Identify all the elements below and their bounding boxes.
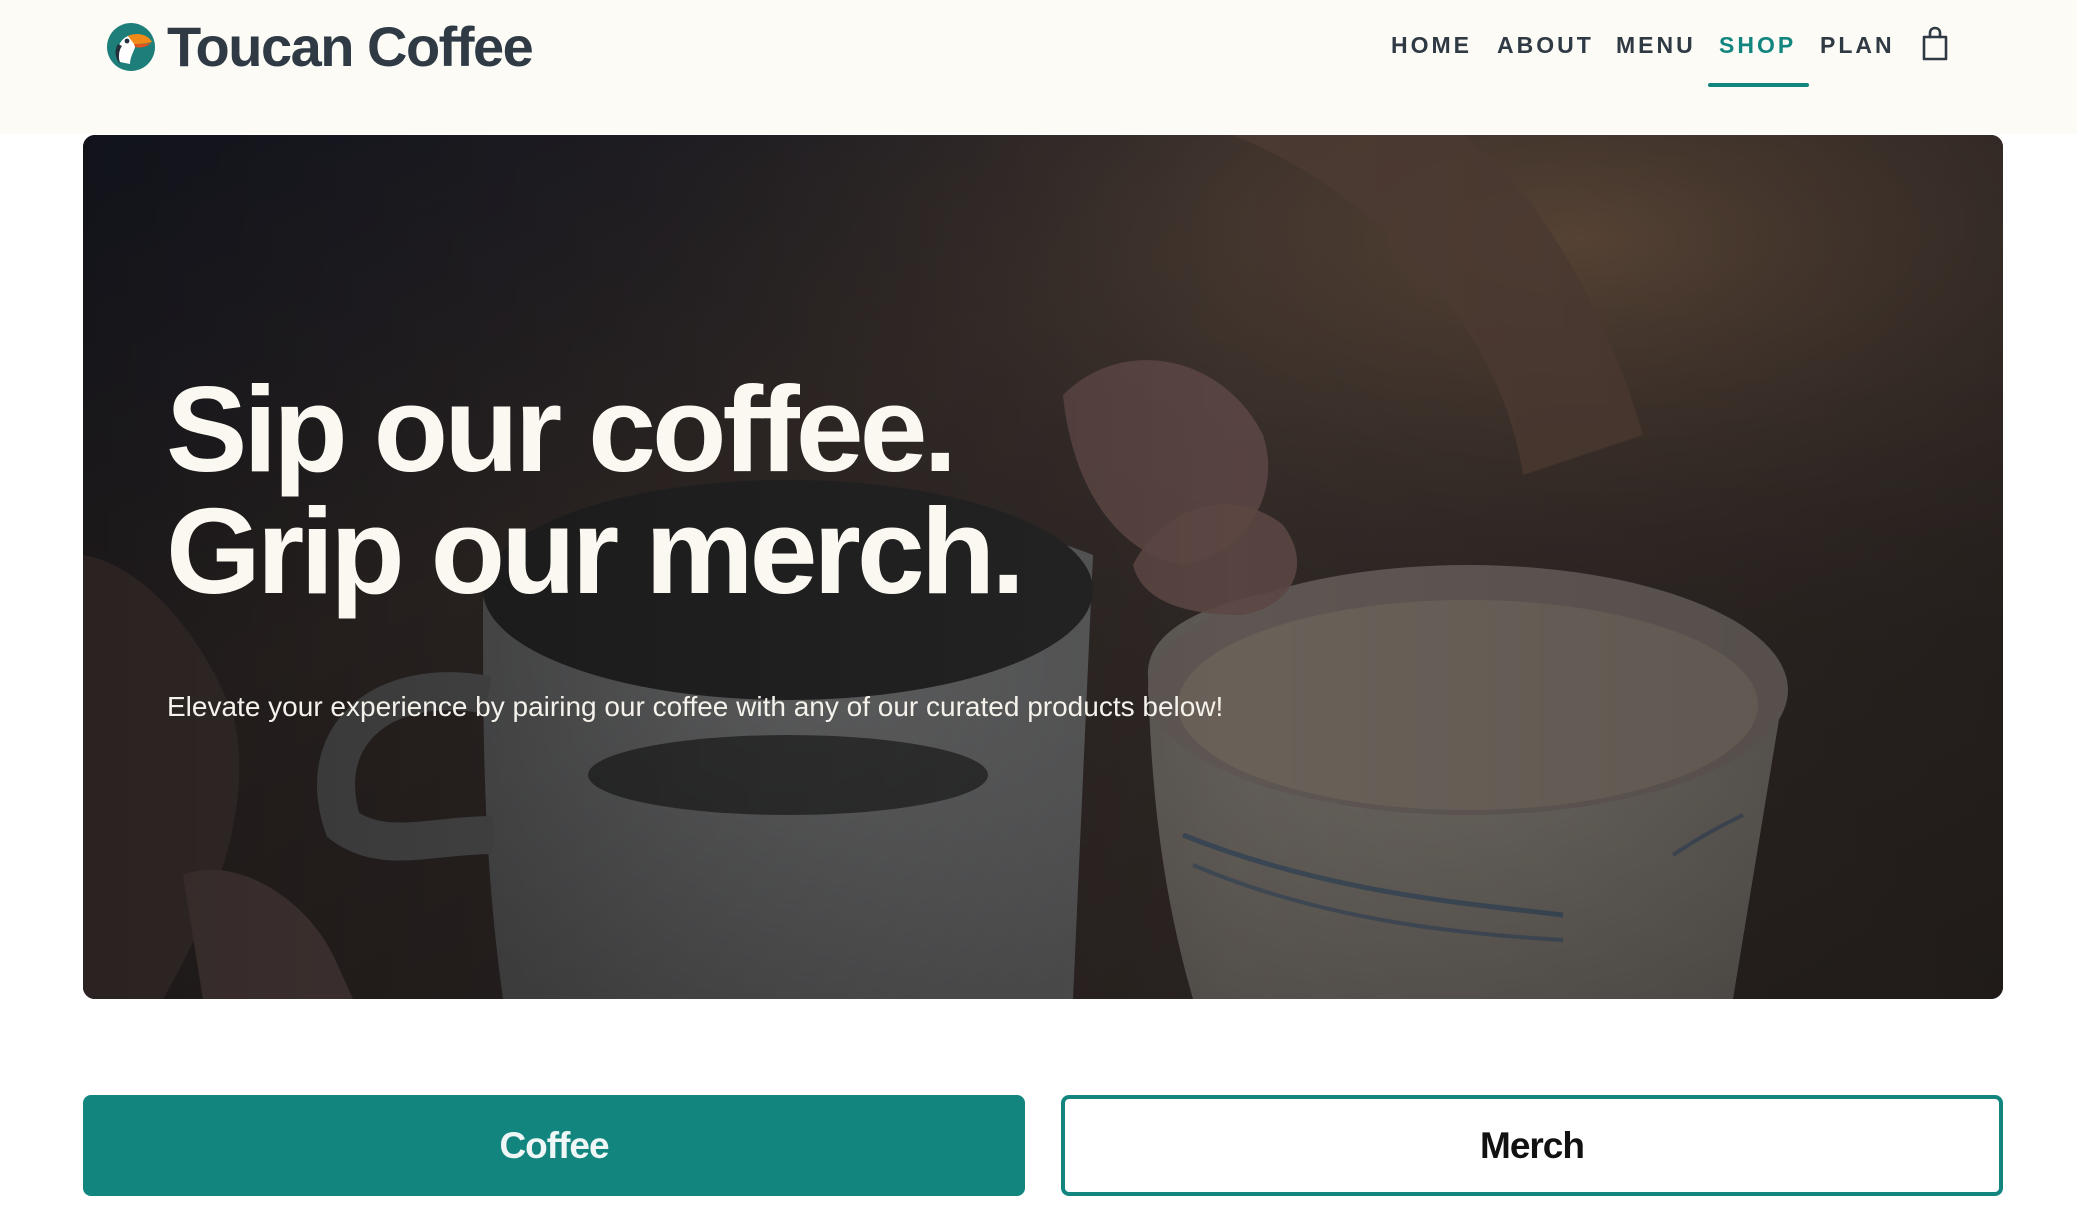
hero-subtitle: Elevate your experience by pairing our c… <box>167 691 1224 722</box>
nav-plan[interactable]: PLAN <box>1820 30 1895 60</box>
nav-menu[interactable]: MENU <box>1616 30 1696 60</box>
hero-title-line-2: Grip our merch. <box>166 483 1025 619</box>
site-header: Toucan Coffee HOME ABOUT MENU SHOP PLAN <box>0 0 2077 134</box>
shopping-bag-icon[interactable] <box>1920 26 1950 62</box>
hero-banner: Sip our coffee. Grip our merch. Elevate … <box>83 135 2003 999</box>
hero-title: Sip our coffee. Grip our merch. <box>166 361 1025 619</box>
main-nav: HOME ABOUT MENU SHOP PLAN <box>0 0 2077 90</box>
hero-title-line-1: Sip our coffee. <box>166 361 957 497</box>
active-nav-indicator <box>1708 83 1809 87</box>
nav-shop[interactable]: SHOP <box>1719 30 1796 60</box>
merch-category-button[interactable]: Merch <box>1061 1095 2003 1196</box>
nav-home[interactable]: HOME <box>1391 30 1472 60</box>
nav-about[interactable]: ABOUT <box>1497 30 1594 60</box>
coffee-category-button[interactable]: Coffee <box>83 1095 1025 1196</box>
